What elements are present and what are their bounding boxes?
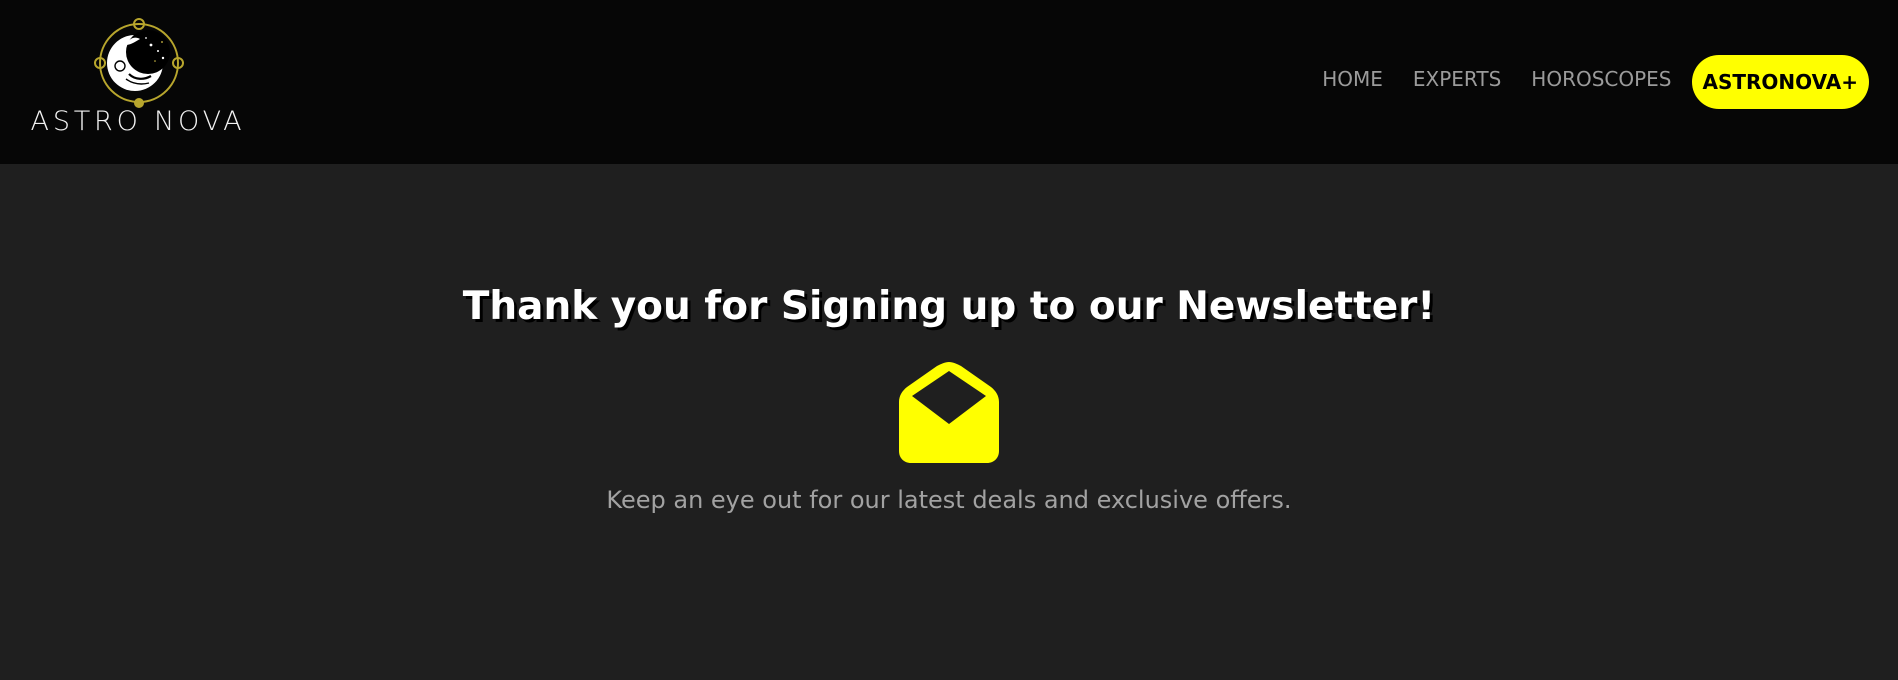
nav-home-link[interactable]: HOME [1322, 67, 1383, 91]
nav-horoscopes-link[interactable]: HOROSCOPES [1531, 67, 1671, 91]
confirmation-heading: Thank you for Signing up to our Newslett… [462, 284, 1436, 329]
newsletter-confirmation: Thank you for Signing up to our Newslett… [0, 164, 1898, 680]
nav-experts-link[interactable]: EXPERTS [1413, 67, 1501, 91]
astronova-plus-button[interactable]: ASTRONOVA+ [1691, 55, 1869, 109]
brand-logo-link[interactable]: ASTRO NOVA [26, 10, 250, 140]
main-navigation: HOME EXPERTS HOROSCOPES ASTRONOVA+ [1322, 0, 1869, 164]
brand-name: ASTRO NOVA [30, 106, 246, 137]
confirmation-subtext: Keep an eye out for our latest deals and… [606, 486, 1292, 514]
site-header: ASTRO NOVA HOME EXPERTS HOROSCOPES ASTRO… [0, 0, 1898, 164]
moon-orbit-logo-icon [94, 18, 184, 108]
open-envelope-icon [899, 362, 999, 463]
